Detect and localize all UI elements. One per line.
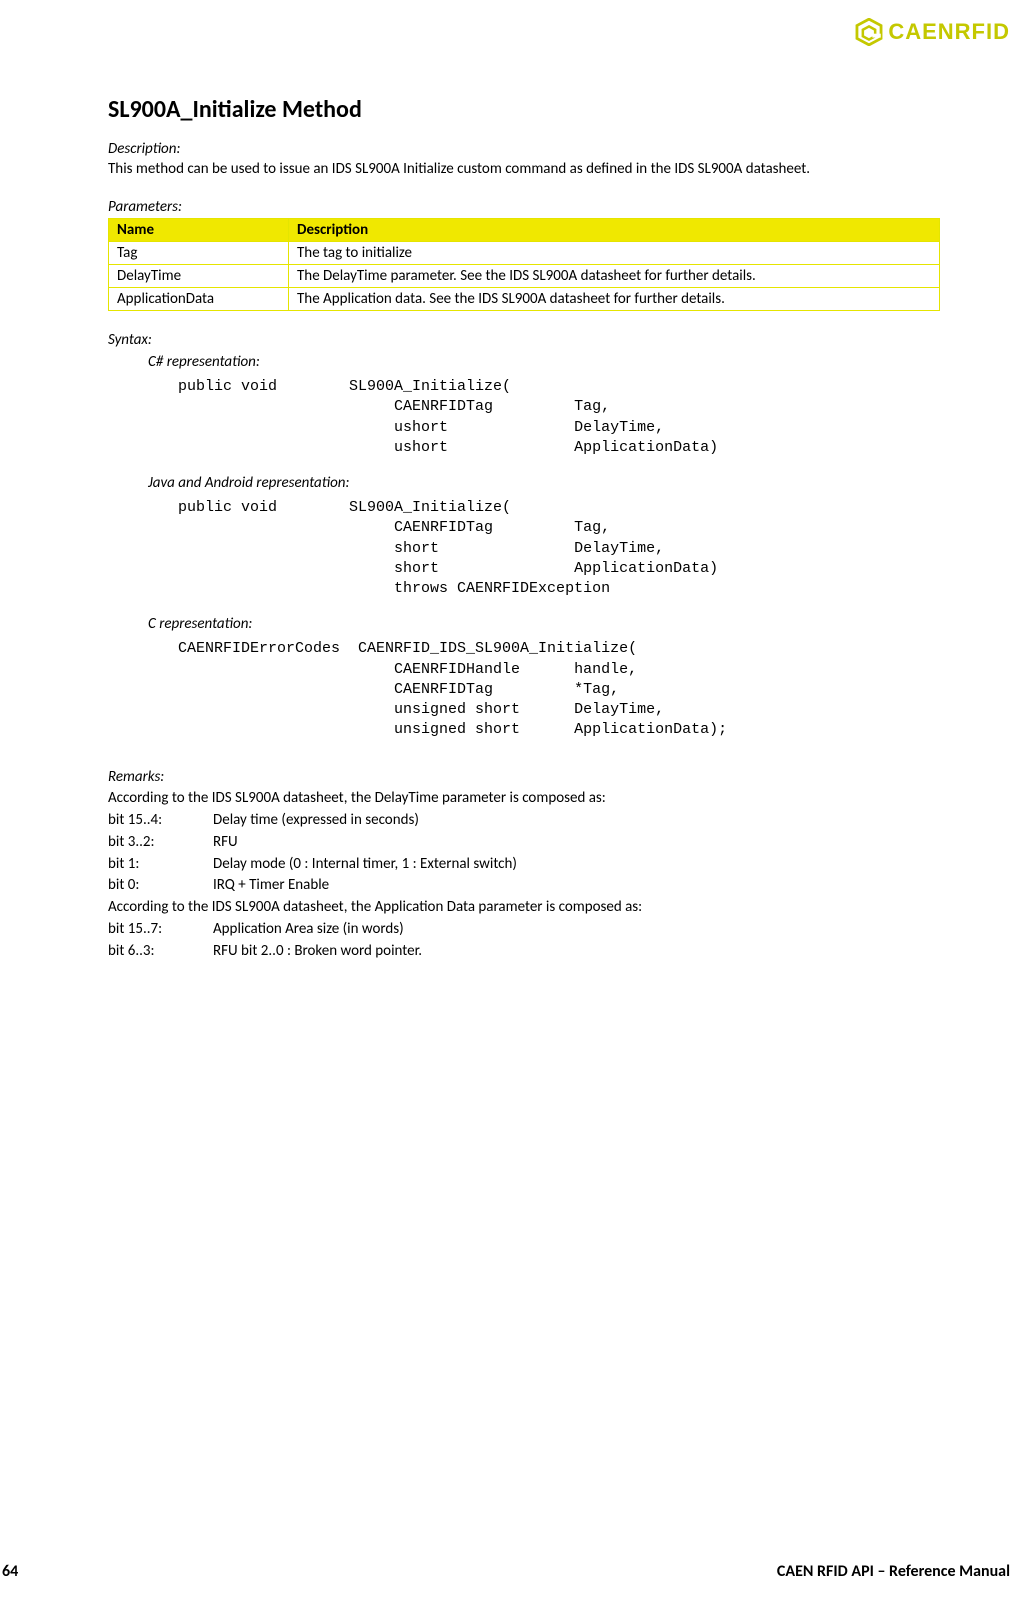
- csharp-code: public void SL900A_Initialize( CAENRFIDT…: [178, 377, 940, 458]
- bit-desc: Application Area size (in words): [213, 919, 404, 941]
- java-label: Java and Android representation:: [148, 474, 940, 492]
- param-description: The DelayTime parameter. See the IDS SL9…: [289, 265, 940, 288]
- param-name: ApplicationData: [109, 288, 289, 311]
- bit-label: bit 0:: [108, 875, 213, 897]
- description-text: This method can be used to issue an IDS …: [108, 160, 940, 178]
- bit-row: bit 1:Delay mode (0 : Internal timer, 1 …: [108, 854, 940, 876]
- hexagon-icon: [855, 18, 883, 46]
- param-description: The Application data. See the IDS SL900A…: [289, 288, 940, 311]
- bit-row: bit 3..2:RFU: [108, 832, 940, 854]
- c-code: CAENRFIDErrorCodes CAENRFID_IDS_SL900A_I…: [178, 639, 940, 740]
- bit-desc: Delay mode (0 : Internal timer, 1 : Exte…: [213, 854, 517, 876]
- page-title: SL900A_Initialize Method: [108, 95, 940, 124]
- page-number: 64: [2, 1562, 18, 1581]
- bit-desc: Delay time (expressed in seconds): [213, 810, 419, 832]
- remarks-block: Remarks: According to the IDS SL900A dat…: [108, 767, 940, 963]
- bit-label: bit 3..2:: [108, 832, 213, 854]
- param-description: The tag to initialize: [289, 242, 940, 265]
- description-label: Description:: [108, 140, 940, 158]
- bit-row: bit 6..3:RFU bit 2..0 : Broken word poin…: [108, 941, 940, 963]
- table-row: DelayTime The DelayTime parameter. See t…: [109, 265, 940, 288]
- col-description-header: Description: [289, 219, 940, 242]
- brand-name: CAENRFID: [888, 19, 1010, 45]
- remarks-line: According to the IDS SL900A datasheet, t…: [108, 897, 940, 919]
- brand-logo: CAENRFID: [855, 18, 1010, 46]
- page-content: SL900A_Initialize Method Description: Th…: [108, 95, 940, 962]
- remarks-line: According to the IDS SL900A datasheet, t…: [108, 788, 940, 810]
- table-header-row: Name Description: [109, 219, 940, 242]
- bit-row: bit 0:IRQ + Timer Enable: [108, 875, 940, 897]
- bit-label: bit 15..4:: [108, 810, 213, 832]
- remarks-label: Remarks:: [108, 767, 940, 789]
- table-row: ApplicationData The Application data. Se…: [109, 288, 940, 311]
- syntax-label: Syntax:: [108, 331, 940, 349]
- col-name-header: Name: [109, 219, 289, 242]
- csharp-label: C# representation:: [148, 353, 940, 371]
- bit-label: bit 15..7:: [108, 919, 213, 941]
- java-code: public void SL900A_Initialize( CAENRFIDT…: [178, 498, 940, 599]
- bit-desc: IRQ + Timer Enable: [213, 875, 329, 897]
- param-name: DelayTime: [109, 265, 289, 288]
- parameters-label: Parameters:: [108, 198, 940, 216]
- param-name: Tag: [109, 242, 289, 265]
- bit-label: bit 6..3:: [108, 941, 213, 963]
- bit-label: bit 1:: [108, 854, 213, 876]
- bit-desc: RFU bit 2..0 : Broken word pointer.: [213, 941, 422, 963]
- bit-desc: RFU: [213, 832, 238, 854]
- bit-row: bit 15..4:Delay time (expressed in secon…: [108, 810, 940, 832]
- footer-title: CAEN RFID API – Reference Manual: [777, 1562, 1010, 1581]
- parameters-table: Name Description Tag The tag to initiali…: [108, 218, 940, 311]
- c-label: C representation:: [148, 615, 940, 633]
- table-row: Tag The tag to initialize: [109, 242, 940, 265]
- bit-row: bit 15..7:Application Area size (in word…: [108, 919, 940, 941]
- page-footer: 64 CAEN RFID API – Reference Manual: [0, 1562, 1010, 1581]
